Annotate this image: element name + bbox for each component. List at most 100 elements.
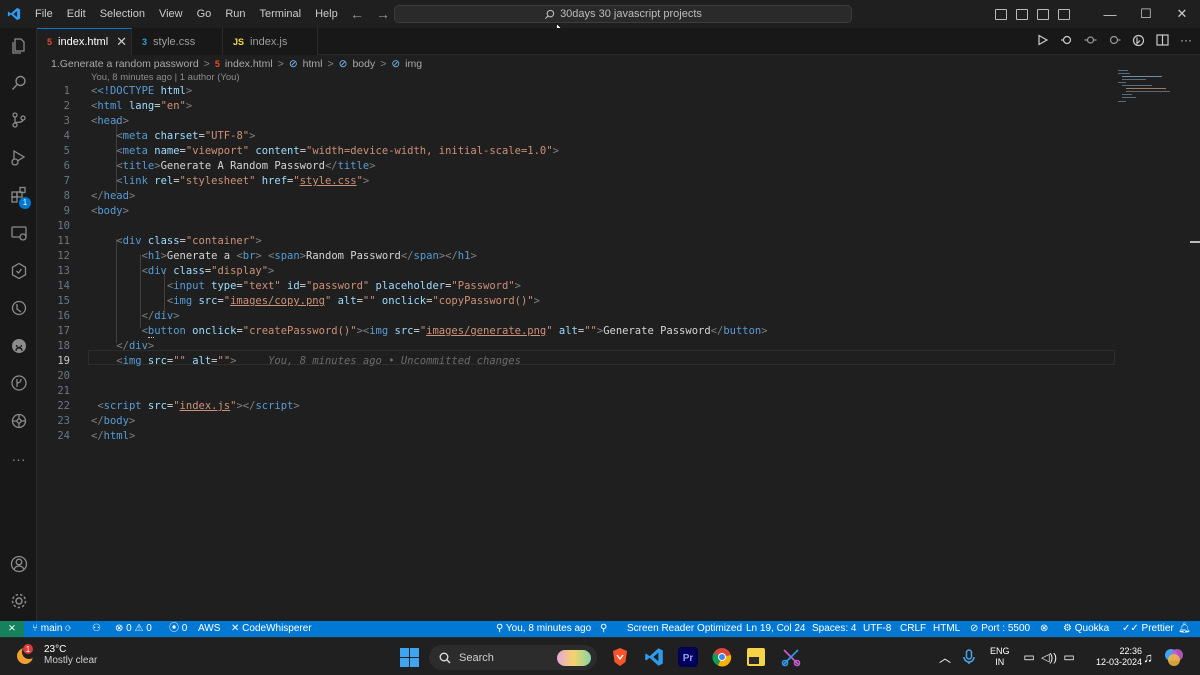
- extensions-icon[interactable]: 1: [0, 180, 37, 210]
- notification-bell-icon[interactable]: ♫: [1137, 646, 1159, 668]
- close-window-button[interactable]: ✕: [1164, 6, 1200, 22]
- weather-widget[interactable]: 1 23°C Mostly clear: [14, 643, 97, 667]
- codewhisperer-status[interactable]: ✕ CodeWhisperer: [231, 621, 312, 637]
- testing-icon[interactable]: [0, 293, 37, 323]
- accounts-icon[interactable]: [0, 549, 37, 579]
- previous-change-icon[interactable]: [1084, 34, 1097, 46]
- ports-indicator[interactable]: ⦿ 0: [169, 621, 187, 637]
- forward-arrow-icon[interactable]: →: [376, 6, 390, 22]
- indentation-status[interactable]: Spaces: 4: [812, 621, 856, 637]
- activity-bar: 1 ···: [0, 28, 37, 621]
- live-server-port[interactable]: ⊘ Port : 5500: [970, 621, 1030, 637]
- chrome-icon[interactable]: [711, 646, 733, 668]
- microphone-icon[interactable]: [958, 646, 980, 668]
- clock[interactable]: 22:36 12-03-2024: [1096, 646, 1142, 668]
- tab-index-html[interactable]: 5 index.html ✕: [37, 28, 132, 55]
- brave-browser-icon[interactable]: [609, 646, 631, 668]
- code-editor[interactable]: 1 <<!DOCTYPE html> 2 <html lang="en"> 3 <he…: [37, 84, 1200, 621]
- menu-run[interactable]: Run: [218, 0, 252, 28]
- sync-icon[interactable]: ⟳: [65, 623, 71, 634]
- taskbar-search[interactable]: Search: [429, 645, 597, 670]
- eol-status[interactable]: CRLF: [900, 621, 926, 637]
- language-indicator[interactable]: ENG IN: [990, 646, 1010, 668]
- battery-icon[interactable]: ▭: [1058, 646, 1080, 668]
- copilot-icon[interactable]: [1132, 34, 1145, 47]
- zoom-icon[interactable]: ⚲: [600, 621, 607, 637]
- branch-indicator[interactable]: ⑂ main ⟳: [32, 621, 71, 637]
- command-center-label: 30days 30 javascript projects: [560, 8, 702, 20]
- tab-index-js[interactable]: JS index.js: [223, 28, 318, 55]
- toggle-secondary-sidebar-icon[interactable]: [1037, 8, 1049, 20]
- menu-edit[interactable]: Edit: [60, 0, 93, 28]
- editor-actions: ···: [1037, 33, 1192, 47]
- tab-style-css[interactable]: 3 style.css: [132, 28, 223, 55]
- open-changes-icon[interactable]: [1060, 34, 1073, 46]
- sticky-notes-icon[interactable]: [745, 646, 767, 668]
- github-icon[interactable]: [0, 331, 37, 361]
- premiere-pro-icon[interactable]: Pr: [677, 646, 699, 668]
- windows-start-icon[interactable]: [398, 646, 420, 668]
- prettier-status[interactable]: ✓✓ Prettier: [1122, 621, 1174, 637]
- remote-indicator[interactable]: ⨯: [0, 621, 24, 637]
- code-line: 22 <script src="index.js"></script>: [57, 400, 300, 412]
- more-actions-icon[interactable]: ···: [1180, 33, 1192, 47]
- kubernetes-icon[interactable]: [0, 406, 37, 436]
- git-blame-status[interactable]: ⚲ You, 8 minutes ago: [496, 621, 591, 637]
- code-line: 16 </div>: [57, 310, 180, 322]
- minimap[interactable]: [1118, 70, 1178, 104]
- cursor-position[interactable]: Ln 19, Col 24: [746, 621, 806, 637]
- notifications-off-icon[interactable]: ⊗: [1040, 621, 1048, 637]
- more-views-icon[interactable]: ···: [0, 444, 37, 474]
- split-editor-icon[interactable]: [1156, 34, 1169, 46]
- breadcrumb-html[interactable]: html: [303, 58, 323, 70]
- next-change-icon[interactable]: [1108, 34, 1121, 46]
- search-sidebar-icon[interactable]: [0, 68, 37, 98]
- menu-file[interactable]: File: [28, 0, 60, 28]
- git-graph-icon[interactable]: [0, 368, 37, 398]
- screen-reader-status[interactable]: Screen Reader Optimized: [627, 621, 742, 637]
- command-center[interactable]: 30days 30 javascript projects: [394, 5, 852, 23]
- close-tab-icon[interactable]: ✕: [116, 34, 127, 50]
- encoding-status[interactable]: UTF-8: [863, 621, 891, 637]
- source-control-icon[interactable]: [0, 105, 37, 135]
- breadcrumb-folder[interactable]: 1.Generate a random password: [51, 58, 199, 70]
- toggle-primary-sidebar-icon[interactable]: [995, 8, 1007, 20]
- menu-terminal[interactable]: Terminal: [253, 0, 309, 28]
- chevron-up-icon[interactable]: ︿: [934, 646, 956, 668]
- snipping-tool-icon[interactable]: [780, 646, 802, 668]
- breadcrumb-file[interactable]: index.html: [225, 58, 273, 70]
- menu-go[interactable]: Go: [190, 0, 219, 28]
- toggle-panel-icon[interactable]: [1016, 8, 1028, 20]
- maximize-button[interactable]: ☐: [1128, 6, 1164, 22]
- aws-toolkit-icon[interactable]: [0, 256, 37, 286]
- minimize-button[interactable]: —: [1092, 7, 1128, 22]
- aws-status[interactable]: AWS: [198, 621, 220, 637]
- remote-explorer-icon[interactable]: [0, 218, 37, 248]
- quokka-icon: ⚙: [1063, 623, 1075, 634]
- menu-help[interactable]: Help: [308, 0, 345, 28]
- menu-view[interactable]: View: [152, 0, 190, 28]
- code-line: 1 <<!DOCTYPE html>: [63, 85, 193, 97]
- breadcrumb-img[interactable]: img: [405, 58, 422, 70]
- codelens-blame[interactable]: You, 8 minutes ago | 1 author (You): [91, 72, 240, 83]
- problems-indicator[interactable]: ⊗ 0 ⚠ 0: [115, 621, 152, 637]
- menu-selection[interactable]: Selection: [93, 0, 152, 28]
- display-icon[interactable]: ▭: [1018, 646, 1040, 668]
- language-mode[interactable]: HTML: [933, 621, 960, 637]
- breadcrumb-body[interactable]: body: [352, 58, 375, 70]
- broadcast-icon: ⦿: [169, 623, 182, 634]
- customize-layout-icon[interactable]: [1058, 8, 1070, 20]
- back-arrow-icon[interactable]: ←: [350, 6, 364, 22]
- quokka-status[interactable]: ⚙ Quokka: [1063, 621, 1109, 637]
- run-debug-icon[interactable]: [0, 142, 37, 172]
- run-icon[interactable]: [1037, 34, 1049, 46]
- live-share-icon[interactable]: ⚇: [92, 621, 101, 637]
- inline-git-blame: You, 8 minutes ago • Uncommitted changes: [268, 355, 521, 367]
- explorer-icon[interactable]: [0, 31, 37, 61]
- vscode-taskbar-icon[interactable]: [643, 646, 665, 668]
- windows-taskbar: 1 23°C Mostly clear Search Pr ︿ ENG IN ▭…: [0, 637, 1200, 675]
- bell-icon[interactable]: 🔔︎: [1178, 621, 1191, 637]
- volume-icon[interactable]: ◁)): [1038, 646, 1060, 668]
- copilot-taskbar-icon[interactable]: [1163, 646, 1185, 668]
- manage-gear-icon[interactable]: [0, 586, 37, 616]
